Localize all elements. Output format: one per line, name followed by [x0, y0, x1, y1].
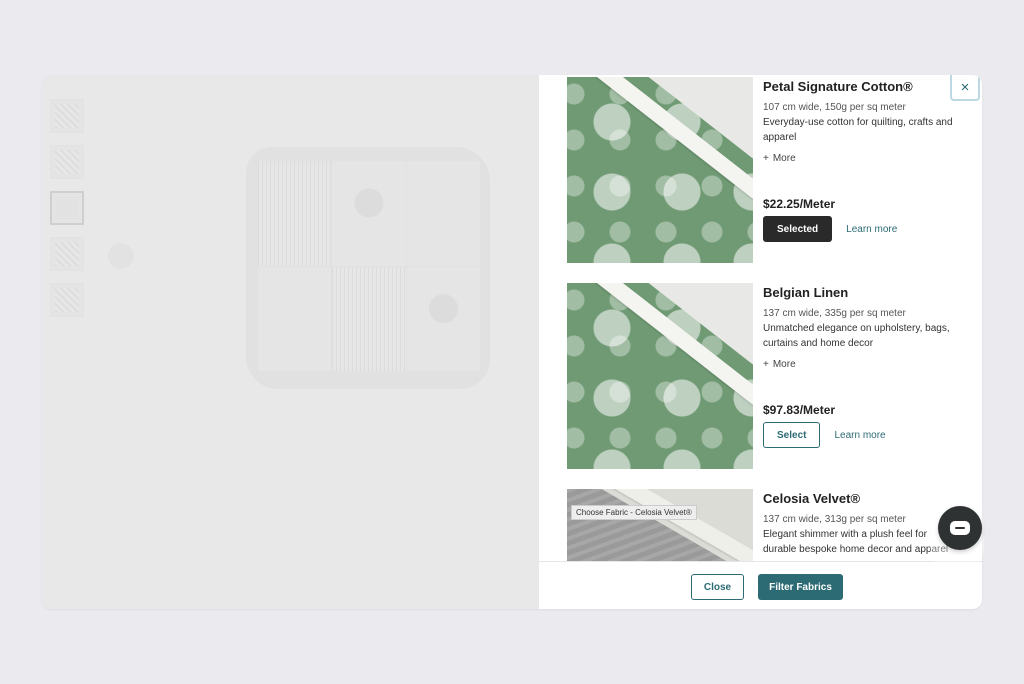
plus-icon: + — [763, 153, 769, 164]
product-preview — [42, 75, 539, 609]
thumbnail[interactable] — [50, 283, 84, 317]
fabric-specs: 137 cm wide, 335g per sq meter — [763, 308, 906, 319]
fabric-specs: 107 cm wide, 150g per sq meter — [763, 102, 906, 113]
fabric-panel: Petal Signature Cotton® 107 cm wide, 150… — [539, 75, 982, 609]
more-label: More — [772, 153, 796, 164]
fabric-chooser-modal: Petal Signature Cotton® 107 cm wide, 150… — [42, 75, 982, 609]
chat-icon — [950, 521, 970, 535]
more-toggle[interactable]: + More — [763, 153, 973, 164]
learn-more-link[interactable]: Learn more — [846, 224, 897, 235]
fabric-list[interactable]: Petal Signature Cotton® 107 cm wide, 150… — [539, 75, 982, 561]
selected-button[interactable]: Selected — [763, 216, 833, 242]
fabric-description: Unmatched elegance on upholstery, bags, … — [763, 323, 950, 349]
close-button[interactable]: Close — [691, 574, 744, 600]
fabric-description: Everyday-use cotton for quilting, crafts… — [763, 117, 953, 143]
image-caption: Choose Fabric - Celosia Velvet® — [571, 505, 697, 520]
more-label: More — [772, 359, 796, 370]
thumbnail[interactable] — [50, 237, 84, 271]
fabric-name: Petal Signature Cotton® — [763, 79, 913, 94]
plus-icon: + — [763, 359, 769, 370]
pillow-product-image — [246, 147, 490, 389]
thumbnail[interactable] — [50, 145, 84, 179]
close-icon[interactable]: × — [950, 75, 980, 101]
chat-button[interactable] — [938, 506, 982, 550]
panel-footer: Close Filter Fabrics — [539, 561, 982, 609]
fabric-item: Belgian Linen 137 cm wide, 335g per sq m… — [567, 283, 967, 469]
more-toggle[interactable]: + More — [763, 359, 973, 370]
previous-image-button[interactable] — [108, 243, 134, 269]
learn-more-link[interactable]: Learn more — [834, 430, 885, 441]
thumbnail[interactable] — [50, 99, 84, 133]
filter-fabrics-button[interactable]: Filter Fabrics — [758, 574, 843, 600]
fabric-item: Petal Signature Cotton® 107 cm wide, 150… — [567, 77, 967, 263]
fabric-image: Choose Fabric - Celosia Velvet® — [567, 489, 753, 561]
fabric-image — [567, 283, 753, 469]
thumbnail-list — [50, 99, 86, 329]
select-button[interactable]: Select — [763, 422, 821, 448]
fabric-price: $22.25/Meter — [763, 197, 836, 211]
fabric-name: Belgian Linen — [763, 285, 849, 300]
fabric-price: $97.83/Meter — [763, 403, 836, 417]
fabric-image — [567, 77, 753, 263]
thumbnail-active[interactable] — [50, 191, 84, 225]
fabric-item: Choose Fabric - Celosia Velvet® Celosia … — [567, 489, 967, 561]
